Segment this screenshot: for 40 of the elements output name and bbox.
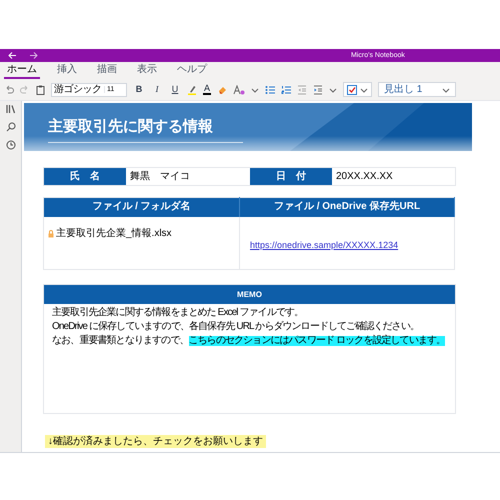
style-label: 見出し 1 [384,84,422,94]
field-label: 日 付 [250,168,332,185]
file-name: 主要取引先企業_情報.xlsx [56,228,172,238]
memo-text: なお、重要書類となりますので、 [52,336,189,346]
field-label: 氏 名 [44,168,126,185]
font-color-button[interactable]: A [203,84,212,95]
ribbon-tab[interactable]: 描画 [94,65,120,79]
lock-icon [48,230,54,238]
clock-icon[interactable] [6,140,16,150]
text-effects-icon[interactable] [233,84,246,94]
highlighted-text: こちらのセクションにはパスワード ロックを設定しています。 [188,336,446,346]
ribbon-tab[interactable]: 表示 [134,65,160,79]
column-header: ファイル / OneDrive 保存先URL [240,198,454,216]
bold-button[interactable]: B [133,85,145,94]
clipboard-icon[interactable] [36,84,45,94]
highlighter-icon[interactable] [187,84,197,94]
ribbon-tab[interactable]: ヘルプ [174,65,210,79]
ribbon-tab[interactable]: 挿入 [54,65,80,79]
memo-header: MEMO [44,285,455,304]
url-link[interactable]: https://onedrive.sample/XXXXX.1234 [250,240,398,250]
memo-text: 主要取引先企業に関する情報をまとめた Excel ファイルです。 [52,308,304,318]
column-header: ファイル / フォルダ名 [44,198,240,216]
memo-text: OneDrive に保存していますので、各自保存先 URL からダウンロードしてご確認ください。 [52,322,420,332]
field-value: 20XX.XX.XX [335,170,394,184]
bullet-list-icon[interactable] [265,84,276,94]
page-title: 主要取引先に関する情報 [48,119,214,134]
style-dropdown[interactable]: 見出し 1 [378,82,456,97]
forward-arrow-icon[interactable] [29,52,38,59]
underline-button[interactable]: U [169,85,181,94]
notebooks-icon[interactable] [6,104,16,114]
numbered-list-icon[interactable] [281,84,292,94]
field-value: 舞黒 マイコ [129,170,191,184]
back-arrow-icon[interactable] [8,52,17,59]
todo-tag-checkbox[interactable] [347,84,358,94]
note-text: ↓確認が済みましたら、チェックをお願いします [45,435,266,448]
italic-button[interactable]: I [151,85,163,94]
search-icon[interactable] [6,122,16,132]
undo-icon[interactable] [4,84,14,94]
eraser-icon[interactable] [217,84,228,94]
indent-icon[interactable] [313,84,324,94]
